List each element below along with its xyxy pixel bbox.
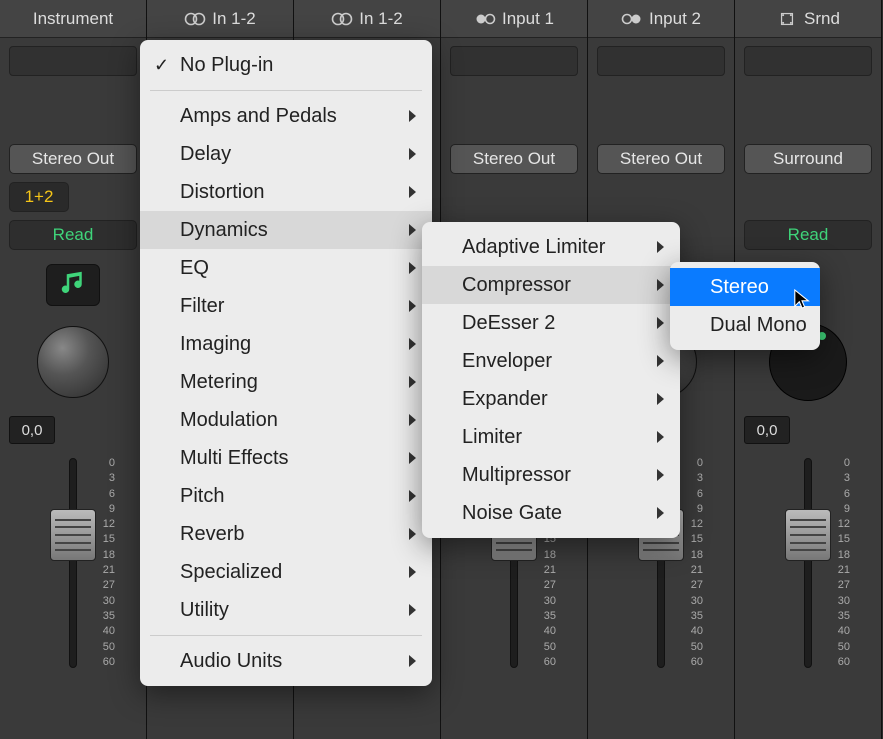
menu-item-category[interactable]: Utility bbox=[140, 591, 432, 629]
input-label: In 1-2 bbox=[212, 9, 255, 29]
menu-item-no-plugin[interactable]: No Plug-in bbox=[140, 46, 432, 84]
menu-item-category[interactable]: Amps and Pedals bbox=[140, 97, 432, 135]
stereo-icon bbox=[331, 12, 353, 26]
menu-item-plugin[interactable]: Limiter bbox=[422, 418, 680, 456]
plugin-submenu: Adaptive LimiterCompressorDeEsser 2Envel… bbox=[422, 222, 680, 538]
menu-item-category[interactable]: Imaging bbox=[140, 325, 432, 363]
menu-item-category[interactable]: EQ bbox=[140, 249, 432, 287]
input-selector[interactable]: In 1-2 bbox=[147, 0, 293, 38]
pan-knob[interactable] bbox=[37, 326, 109, 398]
plugin-category-menu: No Plug-in Amps and PedalsDelayDistortion… bbox=[140, 40, 432, 686]
menu-item-category[interactable]: Dynamics bbox=[140, 211, 432, 249]
input-label: Instrument bbox=[33, 9, 113, 29]
insert-slot[interactable] bbox=[450, 46, 578, 76]
menu-item-plugin[interactable]: Enveloper bbox=[422, 342, 680, 380]
input-selector[interactable]: Srnd bbox=[735, 0, 881, 38]
automation-mode-button[interactable]: Read bbox=[744, 220, 872, 250]
stereo-icon bbox=[184, 12, 206, 26]
surround-icon bbox=[776, 12, 798, 26]
mono-l-icon bbox=[474, 12, 496, 26]
pan-value[interactable]: 0,0 bbox=[744, 416, 790, 444]
input-selector[interactable]: Input 1 bbox=[441, 0, 587, 38]
fader-track[interactable] bbox=[69, 458, 77, 668]
fader-cap[interactable] bbox=[50, 509, 96, 561]
automation-mode-button[interactable]: Read bbox=[9, 220, 137, 250]
group-button[interactable]: 1+2 bbox=[9, 182, 69, 212]
input-selector[interactable]: Input 2 bbox=[588, 0, 734, 38]
output-button[interactable]: Surround bbox=[744, 144, 872, 174]
input-selector[interactable]: Instrument bbox=[0, 0, 146, 38]
music-note-icon bbox=[58, 268, 88, 303]
menu-item-category[interactable]: Reverb bbox=[140, 515, 432, 553]
insert-slot[interactable] bbox=[9, 46, 137, 76]
menu-item-category[interactable]: Metering bbox=[140, 363, 432, 401]
fader-track[interactable] bbox=[804, 458, 812, 668]
menu-item-category[interactable]: Multi Effects bbox=[140, 439, 432, 477]
menu-item-plugin[interactable]: Expander bbox=[422, 380, 680, 418]
menu-item-category[interactable]: Filter bbox=[140, 287, 432, 325]
menu-separator bbox=[150, 635, 422, 636]
pan-value[interactable]: 0,0 bbox=[9, 416, 55, 444]
menu-item-plugin[interactable]: Compressor bbox=[422, 266, 680, 304]
channel-strip: Srnd Surround Read 0,0 036912151821273035405… bbox=[735, 0, 882, 739]
input-label: Input 1 bbox=[502, 9, 554, 29]
meter-scale: 036912151821273035405060 bbox=[838, 458, 850, 668]
fader-cap[interactable] bbox=[785, 509, 831, 561]
instrument-editor-button[interactable] bbox=[46, 264, 100, 306]
menu-item-plugin[interactable]: Adaptive Limiter bbox=[422, 228, 680, 266]
menu-item-category[interactable]: Delay bbox=[140, 135, 432, 173]
menu-item-audio-units[interactable]: Audio Units bbox=[140, 642, 432, 680]
menu-item-format[interactable]: Dual Mono bbox=[670, 306, 820, 344]
output-button[interactable]: Stereo Out bbox=[450, 144, 578, 174]
input-label: Srnd bbox=[804, 9, 840, 29]
output-button[interactable]: Stereo Out bbox=[597, 144, 725, 174]
input-label: Input 2 bbox=[649, 9, 701, 29]
meter-scale: 036912151821273035405060 bbox=[103, 458, 115, 668]
mono-r-icon bbox=[621, 12, 643, 26]
menu-separator bbox=[150, 90, 422, 91]
menu-item-format[interactable]: Stereo bbox=[670, 268, 820, 306]
menu-item-category[interactable]: Distortion bbox=[140, 173, 432, 211]
insert-slot[interactable] bbox=[597, 46, 725, 76]
channel-strip: Instrument Stereo Out 1+2 Read 0,0 0369121518… bbox=[0, 0, 147, 739]
menu-item-category[interactable]: Specialized bbox=[140, 553, 432, 591]
insert-slot[interactable] bbox=[744, 46, 872, 76]
input-label: In 1-2 bbox=[359, 9, 402, 29]
menu-item-plugin[interactable]: Multipressor bbox=[422, 456, 680, 494]
menu-item-category[interactable]: Pitch bbox=[140, 477, 432, 515]
menu-item-plugin[interactable]: Noise Gate bbox=[422, 494, 680, 532]
menu-item-category[interactable]: Modulation bbox=[140, 401, 432, 439]
meter-scale: 036912151821273035405060 bbox=[691, 458, 703, 668]
plugin-format-menu: StereoDual Mono bbox=[670, 262, 820, 350]
menu-item-plugin[interactable]: DeEsser 2 bbox=[422, 304, 680, 342]
input-selector[interactable]: In 1-2 bbox=[294, 0, 440, 38]
output-button[interactable]: Stereo Out bbox=[9, 144, 137, 174]
